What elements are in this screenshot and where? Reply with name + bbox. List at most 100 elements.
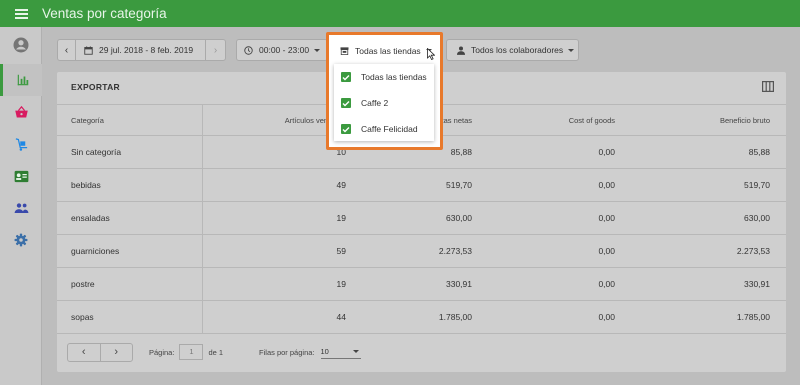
page-label: Página: (149, 347, 175, 357)
column-divider (202, 104, 203, 334)
gross-profit-cell: 85,88 (748, 147, 770, 157)
store-icon (340, 46, 349, 55)
page-title: Ventas por categoría (42, 6, 167, 21)
table-row: bebidas 49 519,70 0,00 519,70 (57, 169, 786, 202)
next-period-button[interactable]: › (205, 40, 225, 60)
pagination: ‹ › Página: 1 de 1 Filas por página: 10 (67, 342, 361, 362)
sidebar-item-account[interactable] (0, 29, 42, 61)
chevron-right-icon: › (114, 346, 119, 358)
time-range-filter[interactable]: 00:00 - 23:00 (236, 39, 328, 61)
checkbox-checked-icon (341, 98, 351, 108)
sidebar-item-employees[interactable] (0, 160, 42, 192)
person-icon (457, 46, 465, 55)
calendar-icon (84, 45, 93, 55)
category-cell: ensaladas (71, 213, 110, 223)
items-sold-cell: 44 (336, 312, 346, 322)
chevron-down-icon (314, 48, 321, 52)
sidebar-item-inventory[interactable] (0, 128, 42, 160)
net-sales-cell: 519,70 (446, 180, 472, 190)
id-card-icon (14, 170, 28, 182)
gross-profit-cell: 519,70 (744, 180, 770, 190)
gross-profit-cell: 2.273,53 (736, 246, 770, 256)
page-nav: ‹ › (67, 342, 133, 362)
cost-of-goods-cell: 0,00 (598, 312, 615, 322)
gear-icon (14, 233, 28, 247)
stores-filter[interactable]: Todas las tiendas (334, 41, 435, 60)
rows-per-page-label: Filas por página: (259, 347, 315, 357)
app-bar: Ventas por categoría (0, 0, 800, 27)
collaborators-filter[interactable]: Todos los colaboradores (446, 39, 579, 61)
date-range-button[interactable]: 29 jul. 2018 - 8 feb. 2019 (76, 40, 205, 60)
cost-of-goods-cell: 0,00 (598, 246, 615, 256)
gross-profit-cell: 330,91 (744, 279, 770, 289)
prev-page-button[interactable]: ‹ (68, 343, 101, 361)
columns-icon[interactable] (762, 81, 774, 92)
table-row: guarniciones 59 2.273,53 0,00 2.273,53 (57, 235, 786, 268)
bar-chart-icon (17, 74, 28, 86)
sidebar (0, 27, 42, 385)
table-row: postre 19 330,91 0,00 330,91 (57, 268, 786, 301)
rows-per-page-select[interactable]: 10 (320, 345, 361, 359)
category-cell: Sin categoría (71, 147, 122, 157)
category-cell: bebidas (71, 180, 101, 190)
checkbox-checked-icon (341, 72, 351, 82)
chevron-left-icon: ‹ (64, 44, 69, 56)
page-count-label: de 1 (208, 347, 224, 357)
chevron-down-icon (568, 48, 575, 52)
account-circle-icon (13, 37, 29, 53)
chevron-down-icon (352, 350, 359, 353)
net-sales-cell: 330,91 (446, 279, 472, 289)
export-button[interactable]: EXPORTAR (71, 82, 120, 92)
next-page-button[interactable]: › (101, 344, 133, 361)
category-cell: guarniciones (71, 246, 120, 256)
sidebar-item-reports[interactable] (0, 64, 42, 96)
items-sold-cell: 59 (336, 246, 346, 256)
menu-icon[interactable] (0, 0, 42, 27)
net-sales-cell: 85,88 (450, 147, 472, 157)
rows-per-page-value: 10 (320, 347, 329, 356)
stores-dropdown: Todas las tiendas Caffe 2 Caffe Felicida… (334, 64, 434, 141)
net-sales-cell: 1.785,00 (438, 312, 472, 322)
clock-icon (244, 45, 253, 55)
column-header-gross-profit[interactable]: Beneficio bruto (720, 105, 770, 135)
gross-profit-cell: 630,00 (744, 213, 770, 223)
sidebar-item-sales[interactable] (0, 96, 42, 128)
dolly-icon (15, 137, 27, 151)
column-header-category[interactable]: Categoría (71, 105, 104, 135)
collaborators-label: Todos los colaboradores (471, 45, 564, 55)
chevron-right-icon: › (213, 44, 218, 56)
category-cell: sopas (71, 312, 94, 322)
items-sold-cell: 19 (336, 213, 346, 223)
sidebar-item-settings[interactable] (0, 224, 42, 256)
chevron-left-icon: ‹ (81, 346, 86, 358)
basket-icon (14, 105, 28, 117)
dropdown-option-store[interactable]: Caffe 2 (334, 90, 434, 116)
gross-profit-cell: 1.785,00 (736, 312, 770, 322)
option-label: Todas las tiendas (361, 72, 427, 82)
date-range-label: 29 jul. 2018 - 8 feb. 2019 (99, 45, 194, 55)
category-cell: postre (71, 279, 95, 289)
time-range-label: 00:00 - 23:00 (259, 45, 310, 55)
option-label: Caffe Felicidad (361, 124, 418, 134)
page-input[interactable]: 1 (179, 344, 204, 360)
net-sales-cell: 630,00 (446, 213, 472, 223)
checkbox-checked-icon (341, 124, 351, 134)
date-range-filter: ‹ 29 jul. 2018 - 8 feb. 2019 › (57, 39, 226, 61)
table-row: ensaladas 19 630,00 0,00 630,00 (57, 202, 786, 235)
items-sold-cell: 19 (336, 279, 346, 289)
option-label: Caffe 2 (361, 98, 389, 108)
dropdown-option-store[interactable]: Caffe Felicidad (334, 116, 434, 142)
people-icon (14, 203, 28, 213)
prev-period-button[interactable]: ‹ (58, 40, 76, 60)
dropdown-option-all-stores[interactable]: Todas las tiendas (334, 64, 434, 90)
cost-of-goods-cell: 0,00 (598, 213, 615, 223)
cost-of-goods-cell: 0,00 (598, 147, 615, 157)
cost-of-goods-cell: 0,00 (598, 279, 615, 289)
table-row: sopas 44 1.785,00 0,00 1.785,00 (57, 301, 786, 334)
column-header-cost-of-goods[interactable]: Cost of goods (569, 105, 615, 135)
net-sales-cell: 2.273,53 (438, 246, 472, 256)
mouse-cursor-icon (427, 48, 435, 60)
items-sold-cell: 49 (336, 180, 346, 190)
sidebar-item-customers[interactable] (0, 192, 42, 224)
stores-filter-label: Todas las tiendas (355, 45, 421, 56)
